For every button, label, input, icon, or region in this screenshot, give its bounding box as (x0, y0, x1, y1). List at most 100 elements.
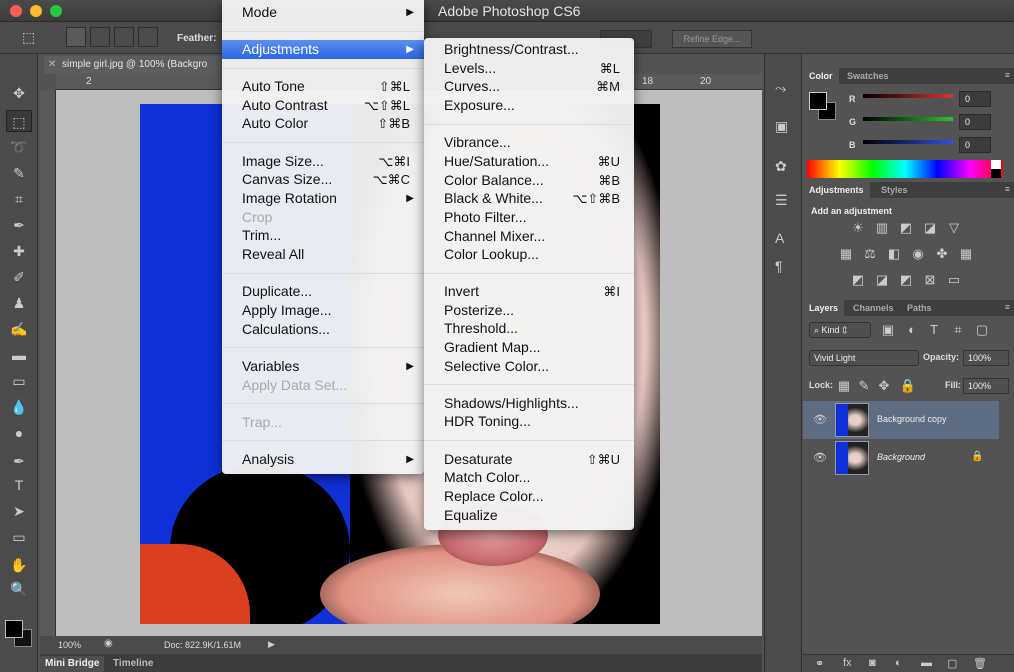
menu-item-exposure[interactable]: Exposure... (424, 96, 634, 115)
tab-styles[interactable]: Styles (875, 182, 914, 198)
pen-tool-icon[interactable]: ✒ (6, 450, 32, 472)
gradient-tool-icon[interactable]: ▭ (6, 370, 32, 392)
tab-paths[interactable]: Paths (901, 300, 938, 316)
menu-item-color-lookup[interactable]: Color Lookup... (424, 245, 634, 264)
menu-item-image-rotation[interactable]: Image Rotation ▶ (222, 189, 424, 208)
blend-mode-select[interactable]: Vivid Light (809, 350, 919, 366)
new-layer-icon[interactable]: ▢ (947, 657, 957, 670)
history-brush-tool-icon[interactable]: ✍ (6, 318, 32, 340)
hue-saturation-icon[interactable]: ▦ (837, 246, 855, 262)
menu-item-invert[interactable]: Invert ⌘I (424, 282, 634, 301)
menu-item-image-size[interactable]: Image Size... ⌥⌘I (222, 152, 424, 171)
layer-mask-icon[interactable]: ◙ (869, 657, 876, 669)
zoom-level[interactable]: 100% (58, 640, 81, 650)
filter-pixel-icon[interactable]: ▣ (879, 322, 897, 338)
color-fg-swatch[interactable] (809, 92, 827, 110)
layer-style-icon[interactable]: fx (843, 657, 852, 669)
menu-item-apply-image[interactable]: Apply Image... (222, 301, 424, 320)
marquee-tool-preset-icon[interactable]: ⬚ (22, 29, 35, 46)
delete-layer-icon[interactable]: 🗑 (973, 657, 987, 670)
opacity-field[interactable]: 100% (963, 350, 1009, 366)
menu-item-auto-tone[interactable]: Auto Tone ⇧⌘L (222, 77, 424, 96)
menu-item-posterize[interactable]: Posterize... (424, 301, 634, 320)
posterize-icon[interactable]: ◪ (873, 272, 891, 288)
selective-color-icon[interactable]: ⊠ (921, 272, 939, 288)
menu-item-equalize[interactable]: Equalize (424, 506, 634, 525)
menu-item-photo-filter[interactable]: Photo Filter... (424, 208, 634, 227)
menu-item-gradient-map[interactable]: Gradient Map... (424, 338, 634, 357)
menu-item-curves[interactable]: Curves... ⌘M (424, 77, 634, 96)
history-icon[interactable]: ⤳ (775, 80, 786, 97)
menu-item-hdr-toning[interactable]: HDR Toning... (424, 412, 634, 431)
menu-item-analysis[interactable]: Analysis ▶ (222, 450, 424, 469)
layer-row-background-copy[interactable]: 👁 Background copy (803, 401, 999, 439)
layer-row-background[interactable]: 👁 Background 🔒 (803, 439, 999, 477)
lock-all-icon[interactable]: 🔒 (899, 378, 917, 394)
tab-timeline[interactable]: Timeline (108, 656, 158, 672)
g-slider[interactable] (863, 117, 953, 121)
threshold-icon[interactable]: ◩ (897, 272, 915, 288)
crop-tool-icon[interactable]: ⌗ (6, 188, 32, 210)
tab-swatches[interactable]: Swatches (841, 68, 895, 84)
photo-filter-icon[interactable]: ◉ (909, 246, 927, 262)
intersect-selection-icon[interactable] (138, 27, 158, 47)
status-menu-icon[interactable]: ◉ (104, 638, 113, 649)
foreground-color-swatch[interactable] (5, 620, 23, 638)
filter-shape-icon[interactable]: ⌗ (949, 322, 967, 338)
path-selection-tool-icon[interactable]: ➤ (6, 500, 32, 522)
rectangle-tool-icon[interactable]: ▭ (6, 526, 32, 548)
clone-stamp-tool-icon[interactable]: ♟ (6, 292, 32, 314)
menu-item-reveal-all[interactable]: Reveal All (222, 245, 424, 264)
r-slider[interactable] (863, 94, 953, 98)
tab-channels[interactable]: Channels (847, 300, 900, 316)
menu-item-variables[interactable]: Variables ▶ (222, 357, 424, 376)
menu-item-adjustments[interactable]: Adjustments ▶ (222, 40, 424, 59)
marquee-tool-icon[interactable]: ⬚ (6, 110, 32, 132)
paragraph-icon[interactable]: ¶ (775, 258, 783, 274)
blur-tool-icon[interactable]: 💧 (6, 396, 32, 418)
filter-smart-object-icon[interactable]: ▢ (973, 322, 991, 338)
lock-transparent-icon[interactable]: ▦ (835, 378, 853, 394)
quick-select-tool-icon[interactable]: ✎ (6, 162, 32, 184)
menu-item-hue-saturation[interactable]: Hue/Saturation... ⌘U (424, 152, 634, 171)
color-lookup-icon[interactable]: ▦ (957, 246, 975, 262)
lock-image-icon[interactable]: ✎ (855, 378, 873, 394)
b-slider[interactable] (863, 140, 953, 144)
actions-icon[interactable]: ▣ (775, 118, 788, 135)
menu-item-black-white[interactable]: Black & White... ⌥⇧⌘B (424, 189, 634, 208)
curves-icon[interactable]: ◩ (897, 220, 915, 236)
brush-presets-icon[interactable]: ✿ (775, 158, 787, 175)
color-balance-icon[interactable]: ⚖ (861, 246, 879, 262)
menu-item-desaturate[interactable]: Desaturate ⇧⌘U (424, 450, 634, 469)
menu-item-color-balance[interactable]: Color Balance... ⌘B (424, 171, 634, 190)
brush-tool-icon[interactable]: ✐ (6, 266, 32, 288)
new-selection-icon[interactable] (66, 27, 86, 47)
tab-layers[interactable]: Layers (803, 300, 845, 316)
dodge-tool-icon[interactable]: ● (6, 422, 32, 444)
new-group-icon[interactable]: ▬ (921, 657, 932, 669)
color-spectrum[interactable] (807, 160, 1003, 178)
refine-edge-button[interactable]: Refine Edge... (672, 30, 752, 48)
zoom-window-button[interactable] (50, 5, 62, 17)
close-tab-icon[interactable]: ✕ (48, 59, 56, 70)
menu-item-shadows-highlights[interactable]: Shadows/Highlights... (424, 394, 634, 413)
filter-adjustment-icon[interactable]: ◐ (903, 322, 921, 338)
panel-menu-icon[interactable]: ≡ (1005, 184, 1010, 194)
status-arrow-icon[interactable]: ▶ (268, 639, 275, 650)
properties-icon[interactable]: ☰ (775, 192, 788, 209)
menu-item-auto-color[interactable]: Auto Color ⇧⌘B (222, 114, 424, 133)
menu-item-replace-color[interactable]: Replace Color... (424, 487, 634, 506)
invert-icon[interactable]: ◩ (849, 272, 867, 288)
panel-menu-icon[interactable]: ≡ (1005, 302, 1010, 312)
g-value-field[interactable]: 0 (959, 114, 991, 130)
menu-item-match-color[interactable]: Match Color... (424, 468, 634, 487)
zoom-tool-icon[interactable]: 🔍 (6, 578, 32, 600)
r-value-field[interactable]: 0 (959, 91, 991, 107)
levels-icon[interactable]: ▥ (873, 220, 891, 236)
menu-item-selective-color[interactable]: Selective Color... (424, 357, 634, 376)
subtract-selection-icon[interactable] (114, 27, 134, 47)
type-tool-icon[interactable]: T (6, 474, 32, 496)
new-adjustment-layer-icon[interactable]: ◐ (895, 657, 902, 669)
tab-adjustments[interactable]: Adjustments (803, 182, 870, 198)
menu-item-auto-contrast[interactable]: Auto Contrast ⌥⇧⌘L (222, 96, 424, 115)
